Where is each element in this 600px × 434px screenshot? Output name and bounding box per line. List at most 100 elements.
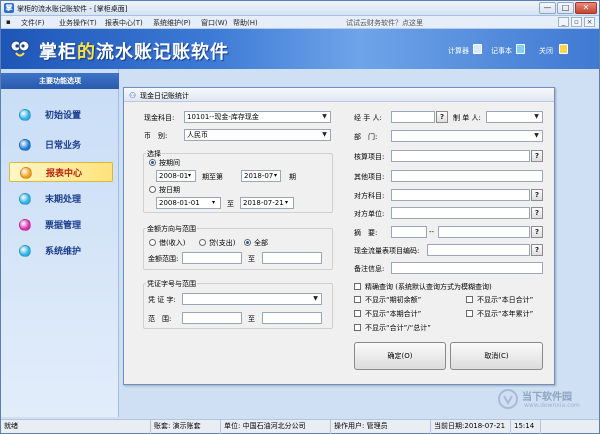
- period-to-spinner-icon[interactable]: ▾: [274, 172, 277, 179]
- period-from-spinner-icon[interactable]: ▾: [188, 172, 191, 179]
- mdi-restore-button[interactable]: ▫: [571, 17, 582, 27]
- menu-window[interactable]: 窗口(W): [201, 18, 227, 28]
- watermark: 当下软件园 www.downxia.com: [498, 386, 598, 414]
- watermark-title: 当下软件园: [522, 392, 572, 403]
- menu-system[interactable]: 系统维护(P): [153, 18, 191, 28]
- nav-item-bill-management[interactable]: 票据管理: [9, 215, 113, 235]
- hide-daily-total-checkbox[interactable]: [466, 296, 473, 303]
- logo-prefix: 掌柜: [39, 42, 77, 63]
- voucher-word-select[interactable]: ▼: [182, 293, 322, 305]
- close-button[interactable]: ✕: [575, 2, 597, 14]
- cashflow-code-field[interactable]: [427, 244, 530, 256]
- credit-label: 贷(支出): [209, 239, 236, 247]
- main-nav-sidebar: 主要功能选项 初始设置 日常业务 报表中心 末期处理 票据管理 系统维护: [1, 69, 119, 417]
- hide-opening-balance-checkbox[interactable]: [354, 296, 361, 303]
- summary-lookup-button[interactable]: ?: [531, 226, 543, 238]
- status-date: 当前日期:2018-07-21: [431, 420, 511, 434]
- date-from-dropdown-icon[interactable]: ▾: [212, 199, 215, 206]
- minimize-button[interactable]: —: [539, 2, 556, 14]
- all-label: 全部: [254, 239, 268, 247]
- chevron-down-icon: ▼: [534, 113, 539, 120]
- amount-from-field[interactable]: [182, 252, 242, 264]
- checking-item-label: 核算项目:: [354, 153, 385, 161]
- amount-to-field[interactable]: [262, 252, 322, 264]
- maximize-button[interactable]: □: [557, 2, 574, 14]
- window-title: 掌柜的流水账记账软件 - [掌柜桌面]: [17, 5, 128, 13]
- menu-reports[interactable]: 报表中心(T): [105, 18, 143, 28]
- account-select[interactable]: 10101--现金-库存现金 ▼: [184, 111, 331, 123]
- debit-radio[interactable]: [149, 239, 156, 246]
- checking-item-field[interactable]: [391, 150, 530, 162]
- hide-period-total-checkbox[interactable]: [354, 310, 361, 317]
- currency-label: 币 别:: [144, 132, 168, 140]
- summary-to-field[interactable]: [438, 226, 530, 238]
- by-date-radio[interactable]: [149, 186, 156, 193]
- report-center-icon: [20, 167, 32, 179]
- dialog-app-icon: ⚇: [129, 91, 137, 100]
- cashflow-code-lookup-button[interactable]: ?: [531, 244, 543, 256]
- hide-grand-total-checkbox[interactable]: [354, 324, 361, 331]
- chevron-down-icon: ▼: [322, 113, 327, 120]
- date-to-dropdown-icon[interactable]: ▾: [285, 199, 288, 206]
- menu-help[interactable]: 帮助(H): [233, 18, 258, 28]
- checking-item-lookup-button[interactable]: ?: [531, 150, 543, 162]
- notes-label: 备注信息:: [354, 265, 385, 273]
- mdi-minimize-button[interactable]: _: [558, 17, 569, 27]
- status-unit: 单位: 中国石油河北分公司: [221, 420, 331, 434]
- status-unit-label: 单位:: [224, 422, 241, 430]
- system-maintenance-icon: [19, 245, 31, 257]
- other-item-field[interactable]: [391, 170, 543, 182]
- opposite-account-lookup-button[interactable]: ?: [531, 189, 543, 201]
- department-select[interactable]: ▼: [391, 130, 543, 142]
- nav-item-period-end[interactable]: 末期处理: [9, 189, 113, 209]
- all-radio[interactable]: [244, 239, 251, 246]
- voucher-to-field[interactable]: [262, 312, 322, 324]
- voucher-from-field[interactable]: [182, 312, 242, 324]
- menu-business[interactable]: 业务操作(T): [59, 18, 97, 28]
- notes-field[interactable]: [391, 262, 543, 274]
- watermark-url: www.downxia.com: [524, 402, 580, 409]
- cancel-button[interactable]: 取消(C): [450, 342, 543, 370]
- credit-radio[interactable]: [199, 239, 206, 246]
- mdi-close-button[interactable]: ×: [584, 17, 595, 27]
- exit-icon[interactable]: [559, 44, 568, 54]
- nav-label: 日常业务: [45, 141, 82, 151]
- opposite-account-field[interactable]: [391, 189, 530, 201]
- calculator-button[interactable]: 计算器: [448, 46, 469, 56]
- opposite-unit-lookup-button[interactable]: ?: [531, 207, 543, 219]
- exit-button[interactable]: 关闭: [539, 46, 553, 56]
- nav-item-system-maintenance[interactable]: 系统维护: [9, 241, 113, 261]
- date-from-value: 2008-01-01: [159, 199, 200, 207]
- maker-select[interactable]: ▼: [486, 111, 543, 123]
- hide-daily-total-label: 不显示“本日合计”: [477, 296, 534, 304]
- notepad-button[interactable]: 记事本: [491, 46, 512, 56]
- notepad-icon[interactable]: [516, 44, 525, 54]
- initial-setup-icon: [19, 109, 31, 121]
- exact-query-label: 精确查询 (系统默认查询方式为模糊查询): [365, 283, 492, 291]
- nav-item-daily-business[interactable]: 日常业务: [9, 135, 113, 155]
- status-operator-value: 管理员: [366, 422, 388, 430]
- handler-lookup-button[interactable]: ?: [436, 111, 448, 123]
- handler-field[interactable]: [391, 111, 435, 123]
- status-operator: 操作用户: 管理员: [331, 420, 431, 434]
- nav-label: 初始设置: [45, 111, 82, 121]
- hide-year-total-checkbox[interactable]: [466, 310, 473, 317]
- period-to-value: 2018-07: [244, 172, 274, 180]
- opposite-unit-field[interactable]: [391, 207, 530, 219]
- window-controls: — □ ✕: [539, 2, 597, 14]
- summary-from-field[interactable]: [391, 226, 427, 238]
- logo-highlight: 的: [77, 42, 96, 63]
- summary-separator: --: [429, 228, 435, 236]
- dialog-title: 现金日记账统计: [140, 92, 189, 100]
- nav-item-report-center[interactable]: 报表中心: [9, 162, 113, 182]
- hide-opening-balance-label: 不显示“期初余额”: [365, 296, 422, 304]
- menu-file[interactable]: 文件(F): [21, 18, 45, 28]
- nav-item-initial-setup[interactable]: 初始设置: [9, 105, 113, 125]
- exact-query-checkbox[interactable]: [354, 283, 361, 290]
- currency-select[interactable]: 人民币 ▼: [184, 129, 331, 141]
- calculator-icon[interactable]: [473, 44, 482, 54]
- voucher-range-label: 范 围:: [148, 315, 172, 323]
- ok-button[interactable]: 确定(O): [354, 342, 446, 370]
- by-period-radio[interactable]: [149, 159, 156, 166]
- cloud-promo-link[interactable]: 试试云财务软件？点这里: [346, 18, 423, 28]
